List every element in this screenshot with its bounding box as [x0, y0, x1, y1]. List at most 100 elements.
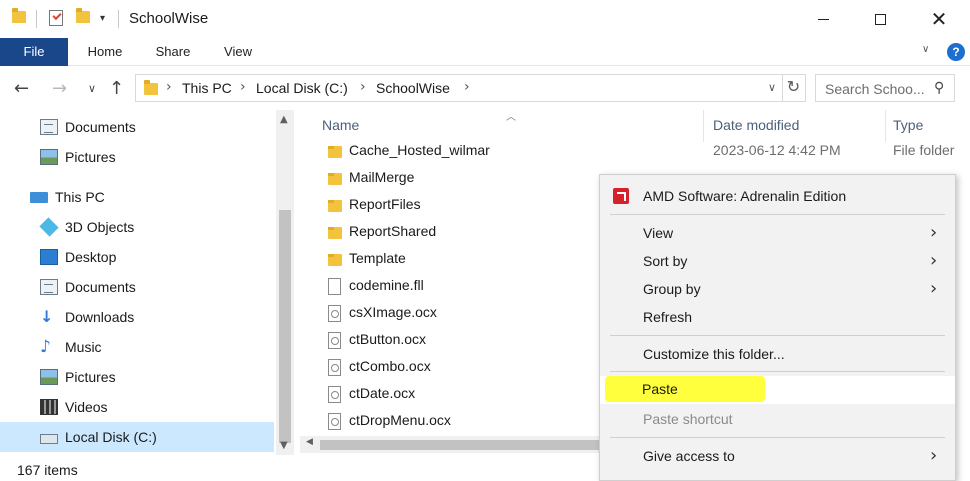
tab-view[interactable]: View [216, 38, 260, 66]
refresh-icon[interactable]: ↻ [782, 74, 804, 102]
minimize-icon [817, 18, 829, 20]
menu-item-amd-software[interactable]: AMD Software: Adrenalin Edition [600, 182, 955, 210]
chevron-right-icon: › [930, 445, 938, 466]
menu-item-view[interactable]: View › [600, 219, 955, 247]
folder-icon [328, 227, 342, 239]
back-arrow-icon[interactable]: ← [14, 78, 29, 99]
chevron-right-icon[interactable]: › [166, 79, 172, 95]
file-name: ReportShared [349, 223, 437, 239]
amd-icon [613, 188, 629, 204]
tab-file[interactable]: File [0, 38, 68, 66]
address-dropdown-icon[interactable]: ∨ [768, 81, 776, 94]
file-icon [328, 278, 341, 295]
ocx-icon [328, 359, 341, 376]
file-name: ctCombo.ocx [349, 358, 431, 374]
menu-item-refresh[interactable]: Refresh [600, 303, 955, 331]
nav-item-local-disk[interactable]: Local Disk (C:) [0, 422, 274, 452]
scroll-up-icon[interactable]: ▲ [280, 114, 288, 125]
address-bar[interactable]: › This PC › Local Disk (C:) › SchoolWise… [135, 74, 806, 102]
nav-item-label: This PC [55, 189, 105, 205]
chevron-right-icon: › [930, 222, 938, 243]
local-disk-icon [40, 434, 58, 444]
horizontal-scrollbar[interactable]: ◀ [300, 436, 600, 453]
customize-quick-access-icon[interactable]: ▾ [100, 13, 105, 24]
menu-divider [610, 335, 945, 336]
navigation-pane: Documents Pictures This PC 3D Objects De… [0, 110, 296, 455]
menu-item-paste-label[interactable]: Paste [642, 381, 678, 397]
column-header-name[interactable]: Name [322, 117, 359, 133]
nav-item-label: Local Disk (C:) [65, 429, 157, 445]
minimize-button[interactable] [800, 0, 846, 38]
file-name: Cache_Hosted_wilmar [349, 142, 490, 158]
column-header-type[interactable]: Type [893, 117, 923, 133]
menu-item-group-by[interactable]: Group by › [600, 275, 955, 303]
videos-icon [40, 399, 58, 415]
up-arrow-icon[interactable]: ↑ [109, 78, 124, 99]
scrollbar-thumb[interactable] [279, 210, 291, 443]
paste-highlight [605, 376, 765, 402]
nav-item-label: Documents [65, 279, 136, 295]
ribbon: File Home Share View ∨ ? [0, 38, 970, 66]
help-icon[interactable]: ? [947, 43, 965, 61]
search-box[interactable]: Search Schoo... ⚲ [815, 74, 955, 102]
maximize-button[interactable] [857, 0, 903, 38]
chevron-right-icon: › [930, 278, 938, 299]
breadcrumb-this-pc[interactable]: This PC [182, 80, 232, 96]
item-count: 167 items [17, 462, 78, 478]
folder-icon [328, 173, 342, 185]
menu-item-label: Sort by [643, 253, 688, 269]
folder-icon [328, 200, 342, 212]
breadcrumb-local-disk[interactable]: Local Disk (C:) [256, 80, 348, 96]
desktop-icon [40, 249, 58, 265]
music-icon: ♪ [40, 337, 51, 357]
properties-check-icon[interactable] [49, 10, 63, 26]
menu-item-label: Refresh [643, 309, 693, 325]
recent-locations-icon[interactable]: ∨ [88, 82, 96, 95]
tab-home[interactable]: Home [80, 38, 130, 66]
menu-item-label: Give access to [643, 448, 735, 464]
menu-item-label: View [643, 225, 674, 241]
nav-item-label: Videos [65, 399, 108, 415]
nav-item-label: Pictures [65, 369, 116, 385]
search-placeholder: Search Schoo... [825, 81, 925, 97]
pictures-icon [40, 369, 58, 385]
file-date: 2023-06-12 4:42 PM [713, 142, 841, 158]
close-button[interactable]: ✕ [916, 0, 962, 38]
tab-share[interactable]: Share [150, 38, 196, 66]
chevron-right-icon[interactable]: › [360, 79, 366, 95]
file-name: csXImage.ocx [349, 304, 437, 320]
ocx-icon [328, 413, 341, 430]
nav-item-label: 3D Objects [65, 219, 135, 235]
folder-icon [328, 146, 342, 158]
chevron-right-icon[interactable]: › [464, 79, 470, 95]
menu-item-sort-by[interactable]: Sort by › [600, 247, 955, 275]
ocx-icon [328, 305, 341, 322]
menu-item-customize-folder[interactable]: Customize this folder... [600, 340, 955, 368]
menu-divider [610, 371, 945, 372]
file-name: MailMerge [349, 169, 415, 185]
menu-item-give-access[interactable]: Give access to › [600, 442, 955, 470]
scroll-left-icon[interactable]: ◀ [306, 437, 313, 447]
expand-ribbon-icon[interactable]: ∨ [922, 44, 929, 55]
forward-arrow-icon[interactable]: → [52, 78, 67, 99]
file-row[interactable]: Cache_Hosted_wilmar 2023-06-12 4:42 PM F… [320, 138, 960, 165]
file-name: ctDropMenu.ocx [349, 412, 451, 428]
new-folder-icon[interactable] [76, 8, 90, 23]
chevron-right-icon[interactable]: › [240, 79, 246, 95]
nav-pane-scrollbar[interactable]: ▲ ▼ [276, 110, 294, 455]
breadcrumb-schoolwise[interactable]: SchoolWise [376, 80, 450, 96]
file-name: ctButton.ocx [349, 331, 427, 347]
this-pc-icon [30, 192, 48, 203]
documents-icon [40, 119, 58, 135]
scroll-down-icon[interactable]: ▼ [280, 440, 288, 451]
ocx-icon [328, 386, 341, 403]
column-header-date[interactable]: Date modified [713, 117, 799, 133]
menu-item-label: Customize this folder... [643, 346, 785, 362]
scrollbar-thumb[interactable] [320, 440, 600, 450]
menu-item-paste-shortcut[interactable]: Paste shortcut [600, 405, 955, 433]
nav-item-label: Music [65, 339, 102, 355]
nav-item-label: Pictures [65, 149, 116, 165]
file-type: File folder [893, 142, 955, 158]
context-menu: AMD Software: Adrenalin Edition View › S… [599, 174, 956, 481]
menu-item-label: AMD Software: Adrenalin Edition [643, 188, 847, 204]
